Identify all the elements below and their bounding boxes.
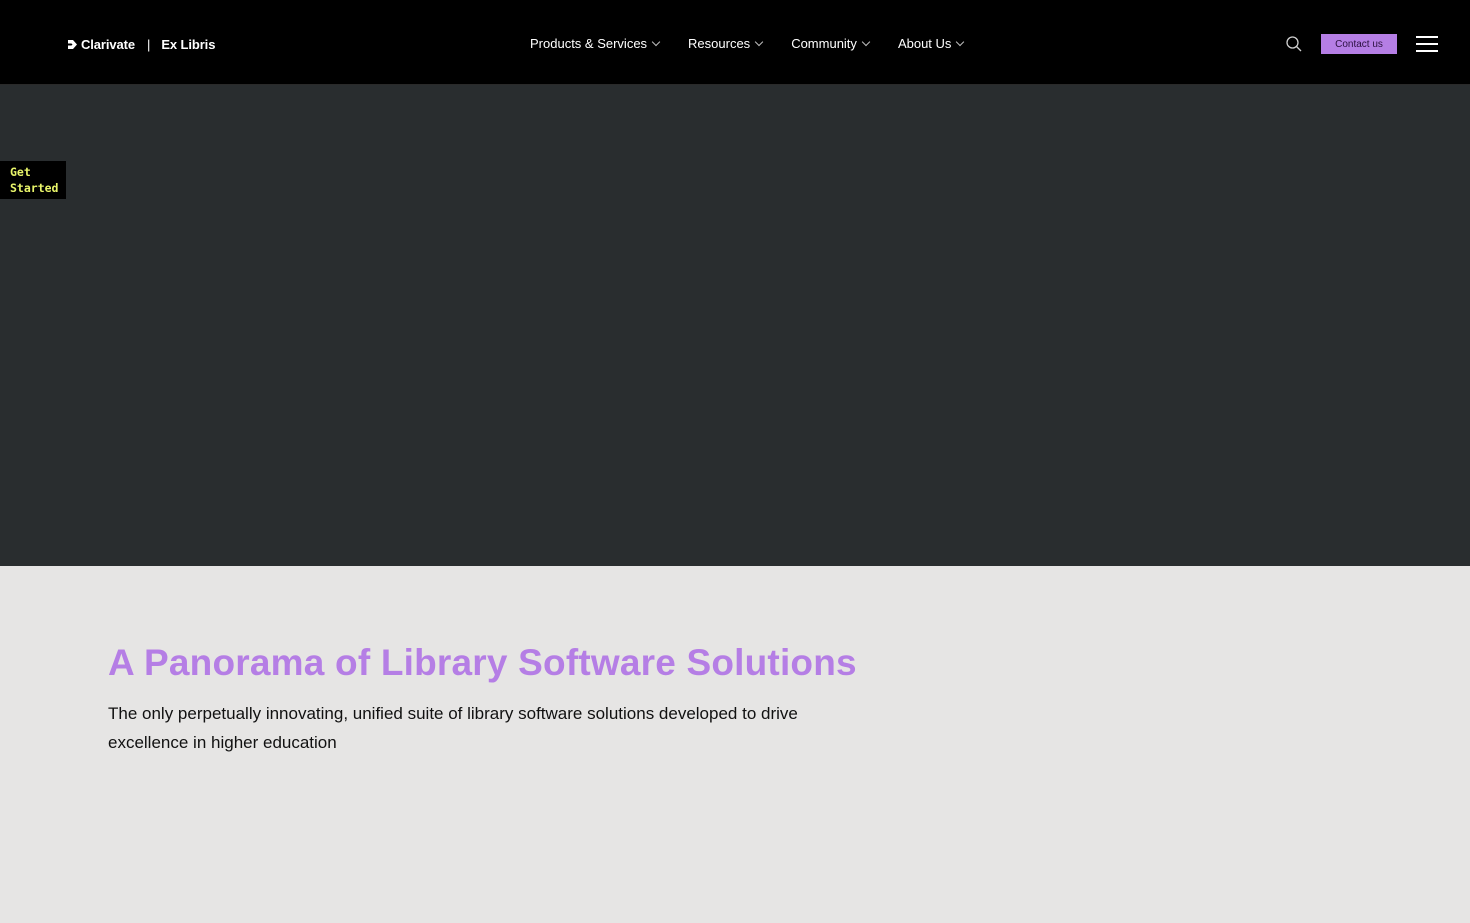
nav-item-label: Resources (688, 35, 751, 51)
chevron-down-icon (754, 37, 764, 47)
page-headline: A Panorama of Library Software Solutions (108, 642, 857, 683)
nav-item-label: About Us (897, 35, 952, 51)
logo-separator: | (147, 36, 151, 52)
intro-section: A Panorama of Library Software Solutions… (0, 566, 1470, 923)
chevron-down-icon (861, 37, 871, 47)
main-nav: Products & Services Resources Community … (530, 34, 965, 52)
logo-brand-text: Clarivate (81, 36, 136, 52)
hero-banner (0, 85, 1470, 566)
nav-item-resources[interactable]: Resources (688, 34, 764, 52)
chevron-down-icon (651, 37, 661, 47)
nav-item-products-services[interactable]: Products & Services (530, 34, 661, 52)
get-started-button[interactable]: Get Started (0, 161, 66, 199)
nav-item-label: Products & Services (530, 35, 648, 51)
chevron-down-icon (956, 37, 965, 47)
page-subheading: The only perpetually innovating, unified… (108, 704, 798, 752)
nav-item-label: Community (791, 35, 857, 51)
nav-item-about-us[interactable]: About Us (897, 34, 965, 52)
clarivate-logo-icon (68, 39, 77, 49)
clarivate-ex-libris-logo[interactable]: Clarivate | Ex Libris (67, 36, 215, 52)
site-header: Clarivate | Ex Libris Products & Service… (0, 0, 1470, 85)
hamburger-menu-icon[interactable] (1416, 35, 1438, 52)
search-icon[interactable] (1285, 35, 1303, 53)
nav-item-community[interactable]: Community (791, 34, 871, 52)
contact-us-button[interactable]: Contact us (1321, 34, 1397, 54)
logo-product-text: Ex Libris (161, 36, 216, 52)
